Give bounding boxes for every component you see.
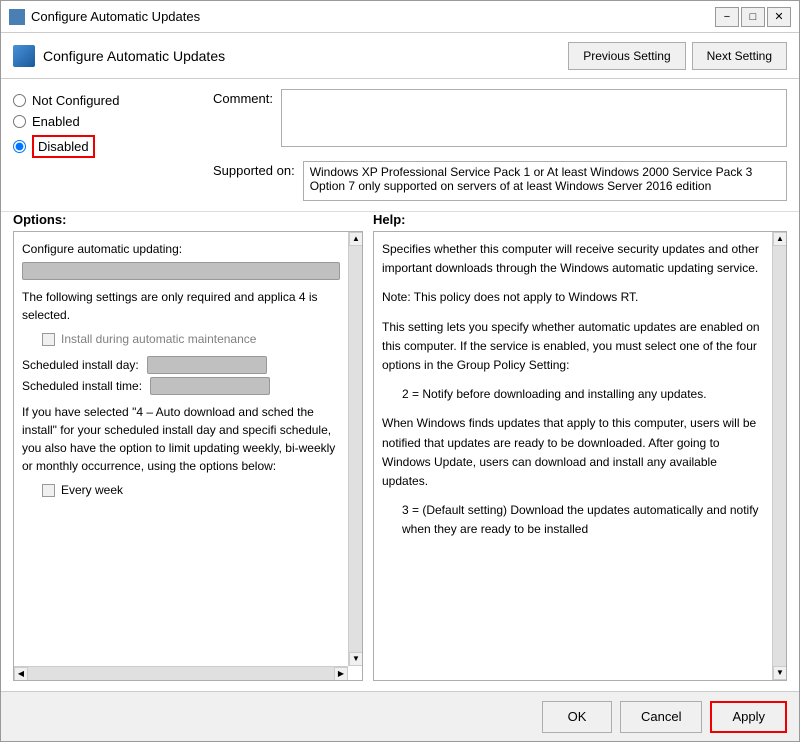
help-para1: Specifies whether this computer will rec… [382, 240, 764, 278]
main-section: Options: Configure automatic updating: T… [1, 212, 799, 691]
cancel-button[interactable]: Cancel [620, 701, 702, 733]
ok-button[interactable]: OK [542, 701, 612, 733]
scheduled-day-row: Scheduled install day: [22, 356, 340, 374]
enabled-label: Enabled [32, 114, 80, 129]
vscroll-up[interactable]: ▲ [349, 232, 363, 246]
install-maintenance-checkbox[interactable] [42, 333, 55, 346]
every-week-label: Every week [61, 481, 123, 499]
app-icon [9, 9, 25, 25]
footer: OK Cancel Apply [1, 691, 799, 741]
disabled-radio[interactable] [13, 140, 26, 153]
vscroll-track [349, 246, 362, 652]
close-button[interactable]: ✕ [767, 7, 791, 27]
help-vscroll-track [773, 246, 786, 666]
apply-button[interactable]: Apply [710, 701, 787, 733]
options-inner: Configure automatic updating: The follow… [22, 240, 354, 517]
auto-download-text: If you have selected "4 – Auto download … [22, 403, 340, 475]
every-week-row: Every week [42, 481, 340, 499]
supported-box: Windows XP Professional Service Pack 1 o… [303, 161, 787, 201]
header-left: Configure Automatic Updates [13, 45, 225, 67]
title-bar-left: Configure Automatic Updates [9, 9, 200, 25]
help-para3: This setting lets you specify whether au… [382, 318, 764, 376]
help-para5: When Windows finds updates that apply to… [382, 414, 764, 491]
title-bar: Configure Automatic Updates − □ ✕ [1, 1, 799, 33]
header-buttons: Previous Setting Next Setting [568, 42, 787, 70]
help-vscroll-up[interactable]: ▲ [773, 232, 787, 246]
header-bar: Configure Automatic Updates Previous Set… [1, 33, 799, 79]
enabled-radio[interactable] [13, 115, 26, 128]
hscroll-track [28, 667, 334, 681]
next-setting-button[interactable]: Next Setting [692, 42, 787, 70]
options-box[interactable]: Configure automatic updating: The follow… [13, 231, 363, 681]
disabled-label: Disabled [38, 139, 89, 154]
help-box[interactable]: Specifies whether this computer will rec… [373, 231, 787, 681]
comment-row: Comment: [213, 89, 787, 147]
help-para2: Note: This policy does not apply to Wind… [382, 288, 764, 307]
configure-dropdown[interactable] [22, 262, 340, 280]
scheduled-time-row: Scheduled install time: [22, 377, 340, 395]
options-hscrollbar[interactable]: ◀ ▶ [14, 666, 348, 680]
disabled-box: Disabled [32, 135, 95, 158]
options-section: Options: Configure automatic updating: T… [13, 212, 363, 681]
scheduled-day-dropdown[interactable] [147, 356, 267, 374]
disabled-option[interactable]: Disabled [13, 135, 213, 158]
install-maintenance-label: Install during automatic maintenance [61, 330, 256, 348]
help-vscroll-down[interactable]: ▼ [773, 666, 787, 680]
help-title: Help: [373, 212, 787, 227]
help-section: Help: Specifies whether this computer wi… [373, 212, 787, 681]
help-content: Specifies whether this computer will rec… [382, 240, 778, 539]
radio-panel: Not Configured Enabled Disabled [13, 89, 213, 201]
help-para6: 3 = (Default setting) Download the updat… [402, 501, 764, 539]
options-title: Options: [13, 212, 363, 227]
content-area: Not Configured Enabled Disabled Comment:… [1, 79, 799, 212]
comment-label: Comment: [213, 89, 273, 106]
main-window: Configure Automatic Updates − □ ✕ Config… [0, 0, 800, 742]
hscroll-right[interactable]: ▶ [334, 667, 348, 681]
previous-setting-button[interactable]: Previous Setting [568, 42, 685, 70]
supported-label: Supported on: [213, 161, 295, 178]
window-title: Configure Automatic Updates [31, 9, 200, 24]
maximize-button[interactable]: □ [741, 7, 765, 27]
vscroll-down[interactable]: ▼ [349, 652, 363, 666]
window-controls: − □ ✕ [715, 7, 791, 27]
supported-row: Supported on: Windows XP Professional Se… [213, 161, 787, 201]
install-maintenance-row: Install during automatic maintenance [42, 330, 340, 348]
scheduled-day-label: Scheduled install day: [22, 356, 139, 374]
enabled-option[interactable]: Enabled [13, 114, 213, 129]
options-vscrollbar[interactable]: ▲ ▼ [348, 232, 362, 666]
right-panel: Comment: Supported on: Windows XP Profes… [213, 89, 787, 201]
scheduled-time-label: Scheduled install time: [22, 377, 142, 395]
header-icon [13, 45, 35, 67]
help-vscrollbar[interactable]: ▲ ▼ [772, 232, 786, 680]
hscroll-left[interactable]: ◀ [14, 667, 28, 681]
every-week-checkbox[interactable] [42, 484, 55, 497]
not-configured-option[interactable]: Not Configured [13, 93, 213, 108]
header-title: Configure Automatic Updates [43, 48, 225, 64]
supported-text: Windows XP Professional Service Pack 1 o… [310, 165, 780, 193]
comment-textarea[interactable] [281, 89, 787, 147]
configure-label: Configure automatic updating: [22, 240, 340, 258]
scheduled-time-dropdown[interactable] [150, 377, 270, 395]
not-configured-label: Not Configured [32, 93, 119, 108]
minimize-button[interactable]: − [715, 7, 739, 27]
not-configured-radio[interactable] [13, 94, 26, 107]
following-text: The following settings are only required… [22, 288, 340, 324]
help-para4: 2 = Notify before downloading and instal… [402, 385, 764, 404]
